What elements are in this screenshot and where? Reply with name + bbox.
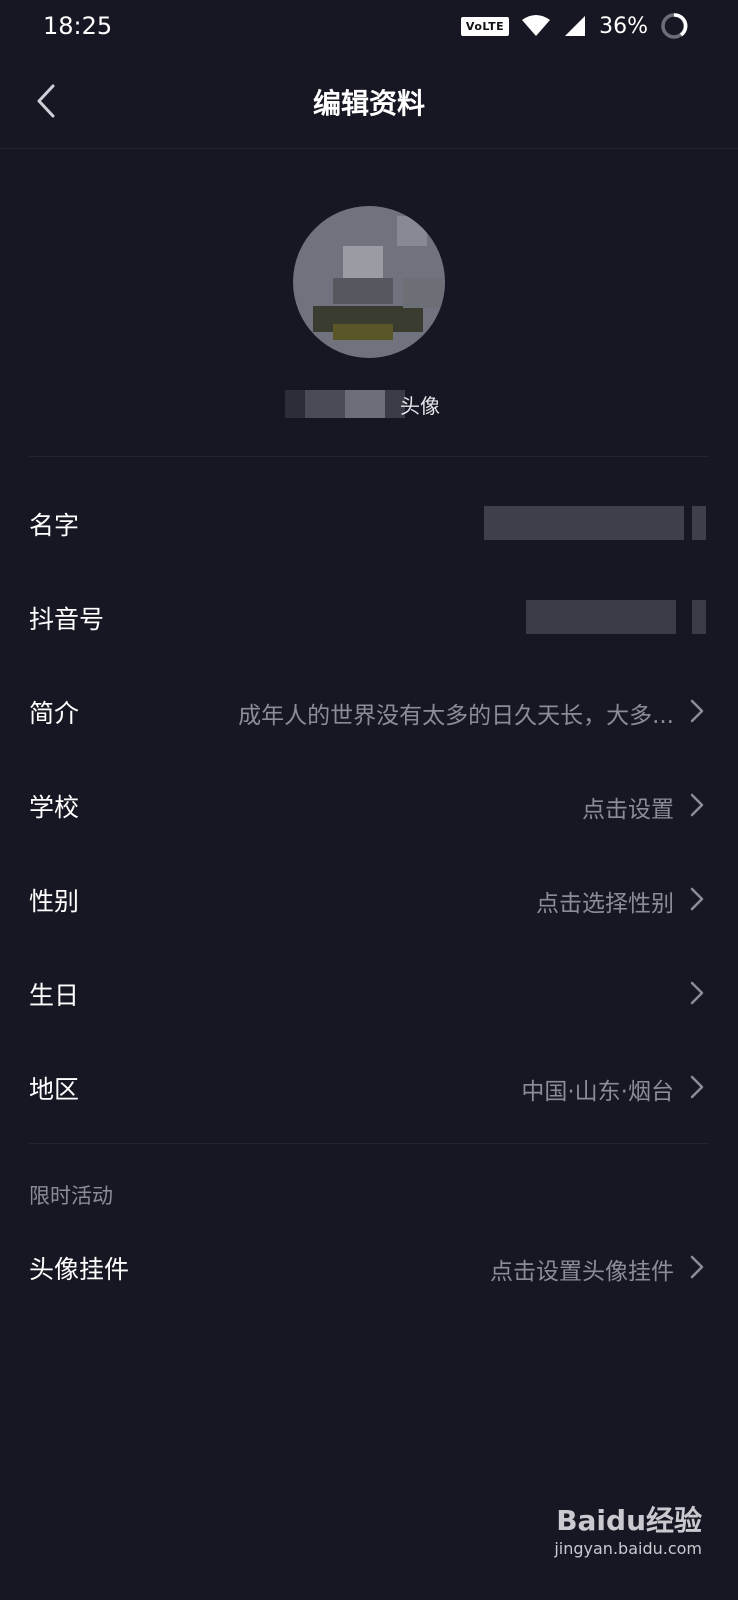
wifi-icon xyxy=(522,15,551,36)
chevron-right-icon xyxy=(690,1255,704,1279)
row-birthday[interactable]: 生日 xyxy=(0,946,738,1040)
row-douyin-id-label: 抖音号 xyxy=(29,605,105,634)
status-bar: 18:25 VoLTE 36% xyxy=(0,0,738,56)
status-icons: VoLTE 36% xyxy=(460,12,688,40)
row-region[interactable]: 地区 中国·山东·烟台 xyxy=(0,1040,738,1134)
chevron-right-icon xyxy=(690,793,704,817)
row-school-label: 学校 xyxy=(29,793,80,822)
row-pendant-value: 点击设置头像挂件 xyxy=(490,1259,674,1285)
chevron-right-icon xyxy=(690,1075,704,1099)
row-school[interactable]: 学校 点击设置 xyxy=(0,758,738,852)
watermark-url: jingyan.baidu.com xyxy=(554,1539,702,1558)
row-name[interactable]: 名字 xyxy=(0,476,738,570)
watermark-brand: Baidu经验 xyxy=(556,1504,702,1537)
status-time: 18:25 xyxy=(43,12,113,40)
change-avatar-label: 头像 xyxy=(400,394,440,418)
baidu-watermark: Baidu经验 jingyan.baidu.com xyxy=(554,1499,702,1558)
row-gender-label: 性别 xyxy=(29,887,80,916)
nav-header: 编辑资料 xyxy=(0,56,738,149)
row-bio[interactable]: 简介 成年人的世界没有太多的日久天长，大多... xyxy=(0,664,738,758)
volte-badge: VoLTE xyxy=(460,16,510,36)
row-region-value: 中国·山东·烟台 xyxy=(521,1079,674,1105)
change-avatar-link[interactable]: 头像 xyxy=(285,388,450,420)
row-gender[interactable]: 性别 点击选择性别 xyxy=(0,852,738,946)
row-pendant-label: 头像挂件 xyxy=(29,1255,130,1284)
page-title: 编辑资料 xyxy=(312,87,425,120)
avatar[interactable] xyxy=(293,206,445,358)
avatar-image xyxy=(293,206,445,358)
battery-icon xyxy=(661,13,688,39)
row-region-label: 地区 xyxy=(29,1075,80,1104)
row-birthday-label: 生日 xyxy=(29,981,80,1010)
section-title: 限时活动 xyxy=(29,1184,113,1208)
row-gender-value: 点击选择性别 xyxy=(536,891,674,917)
row-bio-label: 简介 xyxy=(29,699,80,728)
row-bio-value: 成年人的世界没有太多的日久天长，大多... xyxy=(238,703,674,729)
row-avatar-pendant[interactable]: 头像挂件 点击设置头像挂件 xyxy=(0,1220,738,1314)
name-blur-edge xyxy=(692,506,706,540)
chevron-right-icon xyxy=(690,981,704,1005)
battery-percent: 36% xyxy=(599,13,648,39)
chevron-right-icon xyxy=(690,699,704,723)
divider xyxy=(29,1143,709,1144)
douyin-id-blur-edge xyxy=(692,600,706,634)
row-douyin-id[interactable]: 抖音号 xyxy=(0,570,738,664)
douyin-id-value-blurred xyxy=(526,600,676,634)
chevron-right-icon xyxy=(690,887,704,911)
name-value-blurred xyxy=(484,506,684,540)
row-school-value: 点击设置 xyxy=(582,797,674,823)
signal-icon xyxy=(565,16,586,36)
row-name-label: 名字 xyxy=(29,511,80,540)
divider xyxy=(29,456,709,457)
